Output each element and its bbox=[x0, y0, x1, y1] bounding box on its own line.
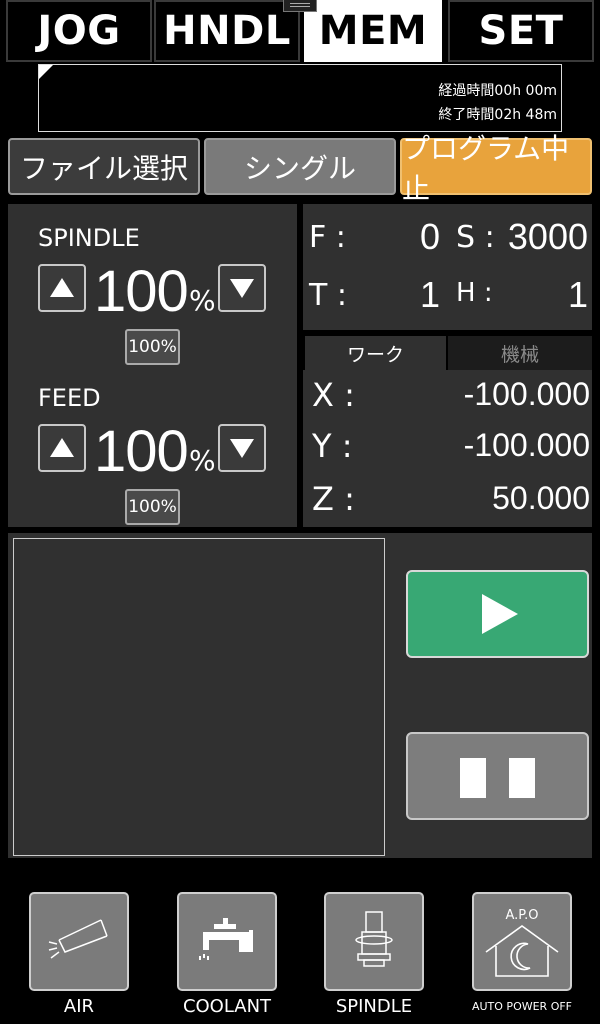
tab-machine-coords[interactable]: 機械 bbox=[448, 336, 592, 370]
air-button[interactable] bbox=[29, 892, 129, 991]
auto-power-off-label: AUTO POWER OFF bbox=[471, 1000, 573, 1013]
feed-hold-button[interactable] bbox=[406, 732, 589, 820]
single-block-button[interactable]: シングル bbox=[204, 138, 396, 195]
tab-jog[interactable]: JOG bbox=[6, 0, 152, 62]
offset-value: 1 bbox=[567, 274, 588, 315]
x-axis-value: -100.000 bbox=[463, 376, 590, 412]
feed-override-label: FEED bbox=[38, 384, 101, 412]
spindle-down-button[interactable] bbox=[218, 264, 266, 312]
tool-label: T : bbox=[309, 278, 347, 313]
triangle-down-icon bbox=[230, 439, 254, 458]
feed-rate-value: 0 bbox=[419, 216, 440, 257]
spindle-reset-button[interactable]: 100% bbox=[125, 329, 180, 365]
remaining-time: 終了時間02h 48m bbox=[438, 107, 557, 123]
play-icon bbox=[482, 594, 518, 634]
tab-set[interactable]: SET bbox=[448, 0, 594, 62]
drag-handle[interactable] bbox=[283, 0, 317, 12]
spindle-label: SPINDLE bbox=[335, 996, 413, 1017]
y-axis-value: -100.000 bbox=[463, 427, 590, 463]
feed-override-value: 100 bbox=[94, 419, 189, 484]
triangle-up-icon bbox=[50, 278, 74, 297]
air-label: AIR bbox=[63, 996, 95, 1017]
spindle-override-unit: % bbox=[189, 284, 216, 317]
offset-label: H : bbox=[456, 278, 493, 308]
feed-rate-label: F : bbox=[309, 220, 346, 255]
toolpath-view bbox=[13, 538, 385, 856]
corner-marker-icon bbox=[39, 65, 53, 79]
tab-hndl[interactable]: HNDL bbox=[154, 0, 300, 62]
coolant-label: COOLANT bbox=[182, 996, 272, 1017]
spindle-button[interactable] bbox=[324, 892, 424, 991]
tab-work-coords[interactable]: ワーク bbox=[305, 336, 446, 370]
tool-value: 1 bbox=[419, 274, 440, 315]
pause-icon bbox=[460, 758, 535, 798]
elapsed-time: 経過時間00h 00m bbox=[438, 83, 557, 99]
file-select-button[interactable]: ファイル選択 bbox=[8, 138, 200, 195]
feed-up-button[interactable] bbox=[38, 424, 86, 472]
spindle-speed-value: 3000 bbox=[507, 216, 588, 257]
z-axis-label: Z : bbox=[312, 480, 355, 518]
program-stop-button[interactable]: プログラム中止 bbox=[400, 132, 592, 205]
cycle-start-button[interactable] bbox=[406, 570, 589, 658]
spindle-override-value: 100 bbox=[94, 259, 189, 324]
air-nozzle-icon bbox=[48, 919, 108, 959]
auto-power-off-button[interactable]: A.P.O bbox=[472, 892, 572, 991]
coolant-button[interactable] bbox=[177, 892, 277, 991]
x-axis-label: X : bbox=[312, 376, 355, 414]
triangle-up-icon bbox=[50, 438, 74, 457]
faucet-icon bbox=[199, 918, 253, 960]
feed-reset-button[interactable]: 100% bbox=[125, 489, 180, 525]
tab-mem[interactable]: MEM bbox=[304, 0, 442, 62]
spindle-icon bbox=[355, 911, 393, 967]
spindle-speed-label: S : bbox=[456, 220, 495, 255]
apo-badge: A.P.O bbox=[505, 908, 539, 923]
triangle-down-icon bbox=[230, 279, 254, 298]
spindle-override-label: SPINDLE bbox=[38, 224, 140, 252]
y-axis-label: Y : bbox=[312, 427, 353, 465]
z-axis-value: 50.000 bbox=[492, 480, 590, 516]
program-display: 経過時間00h 00m 終了時間02h 48m bbox=[38, 64, 562, 132]
feed-override-unit: % bbox=[189, 444, 216, 477]
spindle-up-button[interactable] bbox=[38, 264, 86, 312]
feed-down-button[interactable] bbox=[218, 424, 266, 472]
